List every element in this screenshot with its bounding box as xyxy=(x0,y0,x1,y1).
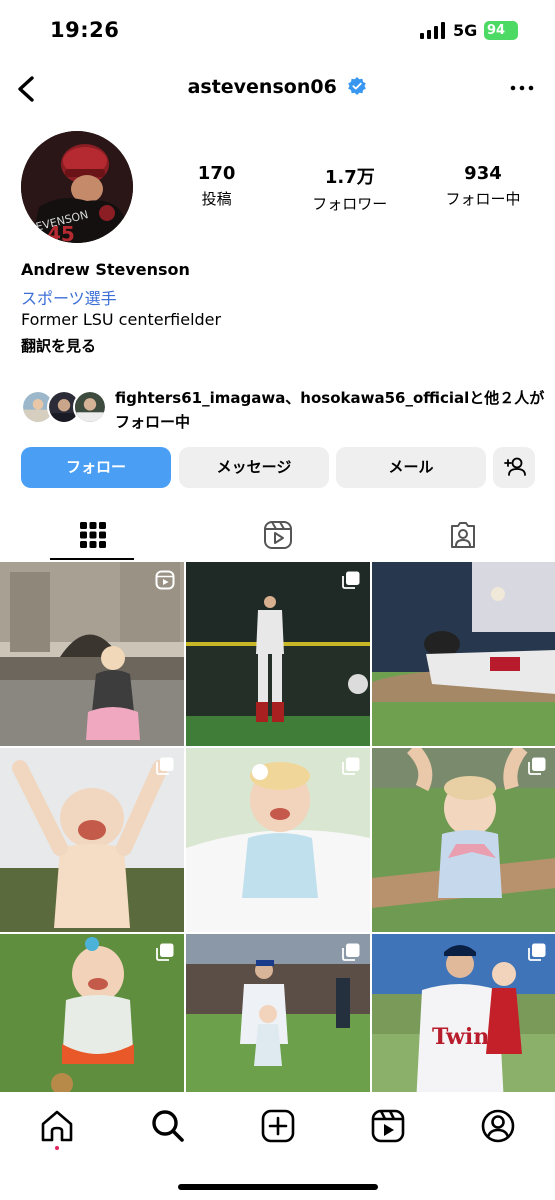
post-tile[interactable]: Twin xyxy=(372,934,555,1118)
profile-avatar[interactable]: EVENSON 45 xyxy=(21,131,133,243)
mutual-avatars xyxy=(21,390,111,426)
profile-bio-text: Former LSU centerfielder xyxy=(21,310,222,329)
message-button[interactable]: メッセージ xyxy=(179,447,329,488)
profile-header: astevenson06 xyxy=(0,62,555,118)
see-translation-link[interactable]: 翻訳を見る xyxy=(21,335,221,359)
add-person-icon xyxy=(504,457,526,476)
more-options-icon[interactable] xyxy=(509,78,535,98)
multi-post-icon xyxy=(528,943,546,961)
multi-post-icon xyxy=(156,757,174,775)
avatar-image: EVENSON 45 xyxy=(21,131,133,243)
tab-reels[interactable] xyxy=(185,510,370,560)
profile-actions: フォロー メッセージ メール xyxy=(21,447,535,488)
profile-bio: Andrew Stevenson スポーツ選手 Former LSU cente… xyxy=(21,260,221,359)
signal-icon xyxy=(420,22,445,39)
profile-category: スポーツ選手 xyxy=(21,289,117,308)
profile-stats: 170 投稿 1.7万 フォロワー 934 フォロー中 xyxy=(150,163,550,214)
stat-posts[interactable]: 170 投稿 xyxy=(150,163,283,214)
suggested-users-button[interactable] xyxy=(493,447,535,488)
posts-grid: Twin xyxy=(0,562,555,1118)
svg-text:45: 45 xyxy=(47,222,75,243)
post-tile[interactable] xyxy=(186,562,370,746)
follow-button[interactable]: フォロー xyxy=(21,447,171,488)
post-tile[interactable] xyxy=(0,562,184,746)
profile-name: Andrew Stevenson xyxy=(21,260,190,279)
post-tile[interactable] xyxy=(372,562,555,746)
multi-post-icon xyxy=(528,757,546,775)
header-username-wrap: astevenson06 xyxy=(0,76,555,98)
home-icon[interactable] xyxy=(37,1106,77,1146)
multi-post-icon xyxy=(156,943,174,961)
reels-icon[interactable] xyxy=(368,1106,408,1146)
post-tile[interactable] xyxy=(0,748,184,932)
post-tile[interactable] xyxy=(0,934,184,1118)
tagged-icon xyxy=(450,522,475,548)
mutual-avatar-3 xyxy=(73,390,107,424)
verified-badge-icon xyxy=(348,77,367,95)
status-bar: 19:26 5G 94 xyxy=(0,0,555,62)
stat-following[interactable]: 934 フォロー中 xyxy=(416,163,549,214)
stat-followers-count: 1.7万 xyxy=(324,167,375,188)
battery-level: 94 xyxy=(487,23,506,38)
status-time: 19:26 xyxy=(50,18,120,42)
create-icon[interactable] xyxy=(258,1106,298,1146)
home-indicator xyxy=(178,1184,378,1190)
svg-text:Twin: Twin xyxy=(432,1024,489,1050)
stat-following-count: 934 xyxy=(464,163,502,184)
multi-post-icon xyxy=(342,943,360,961)
email-button[interactable]: メール xyxy=(336,447,486,488)
stat-followers-label: フォロワー xyxy=(312,195,388,213)
post-tile[interactable] xyxy=(372,748,555,932)
active-tab-indicator xyxy=(50,558,134,560)
stat-posts-count: 170 xyxy=(197,163,236,184)
tab-tagged[interactable] xyxy=(370,510,555,560)
bottom-navigation xyxy=(0,1092,555,1200)
stat-followers[interactable]: 1.7万 フォロワー xyxy=(283,163,416,214)
post-tile[interactable] xyxy=(186,748,370,932)
reel-badge-icon xyxy=(155,570,175,590)
mutual-followers-text: fighters61_imagawa、hosokawa56_officialと他… xyxy=(115,389,545,431)
stat-following-label: フォロー中 xyxy=(445,190,521,208)
notification-dot xyxy=(55,1146,59,1150)
grid-icon xyxy=(79,522,106,548)
stat-posts-label: 投稿 xyxy=(201,190,232,208)
battery-icon: 94 xyxy=(484,21,518,40)
multi-post-icon xyxy=(342,571,360,589)
multi-post-icon xyxy=(342,757,360,775)
post-tile[interactable] xyxy=(186,934,370,1118)
network-label: 5G xyxy=(453,21,478,40)
profile-icon[interactable] xyxy=(478,1106,518,1146)
header-username: astevenson06 xyxy=(187,76,337,98)
post-image-slide xyxy=(372,562,555,746)
search-icon[interactable] xyxy=(148,1106,188,1146)
tab-posts[interactable] xyxy=(0,510,185,560)
reels-icon xyxy=(263,521,292,549)
content-tabs xyxy=(0,510,555,560)
